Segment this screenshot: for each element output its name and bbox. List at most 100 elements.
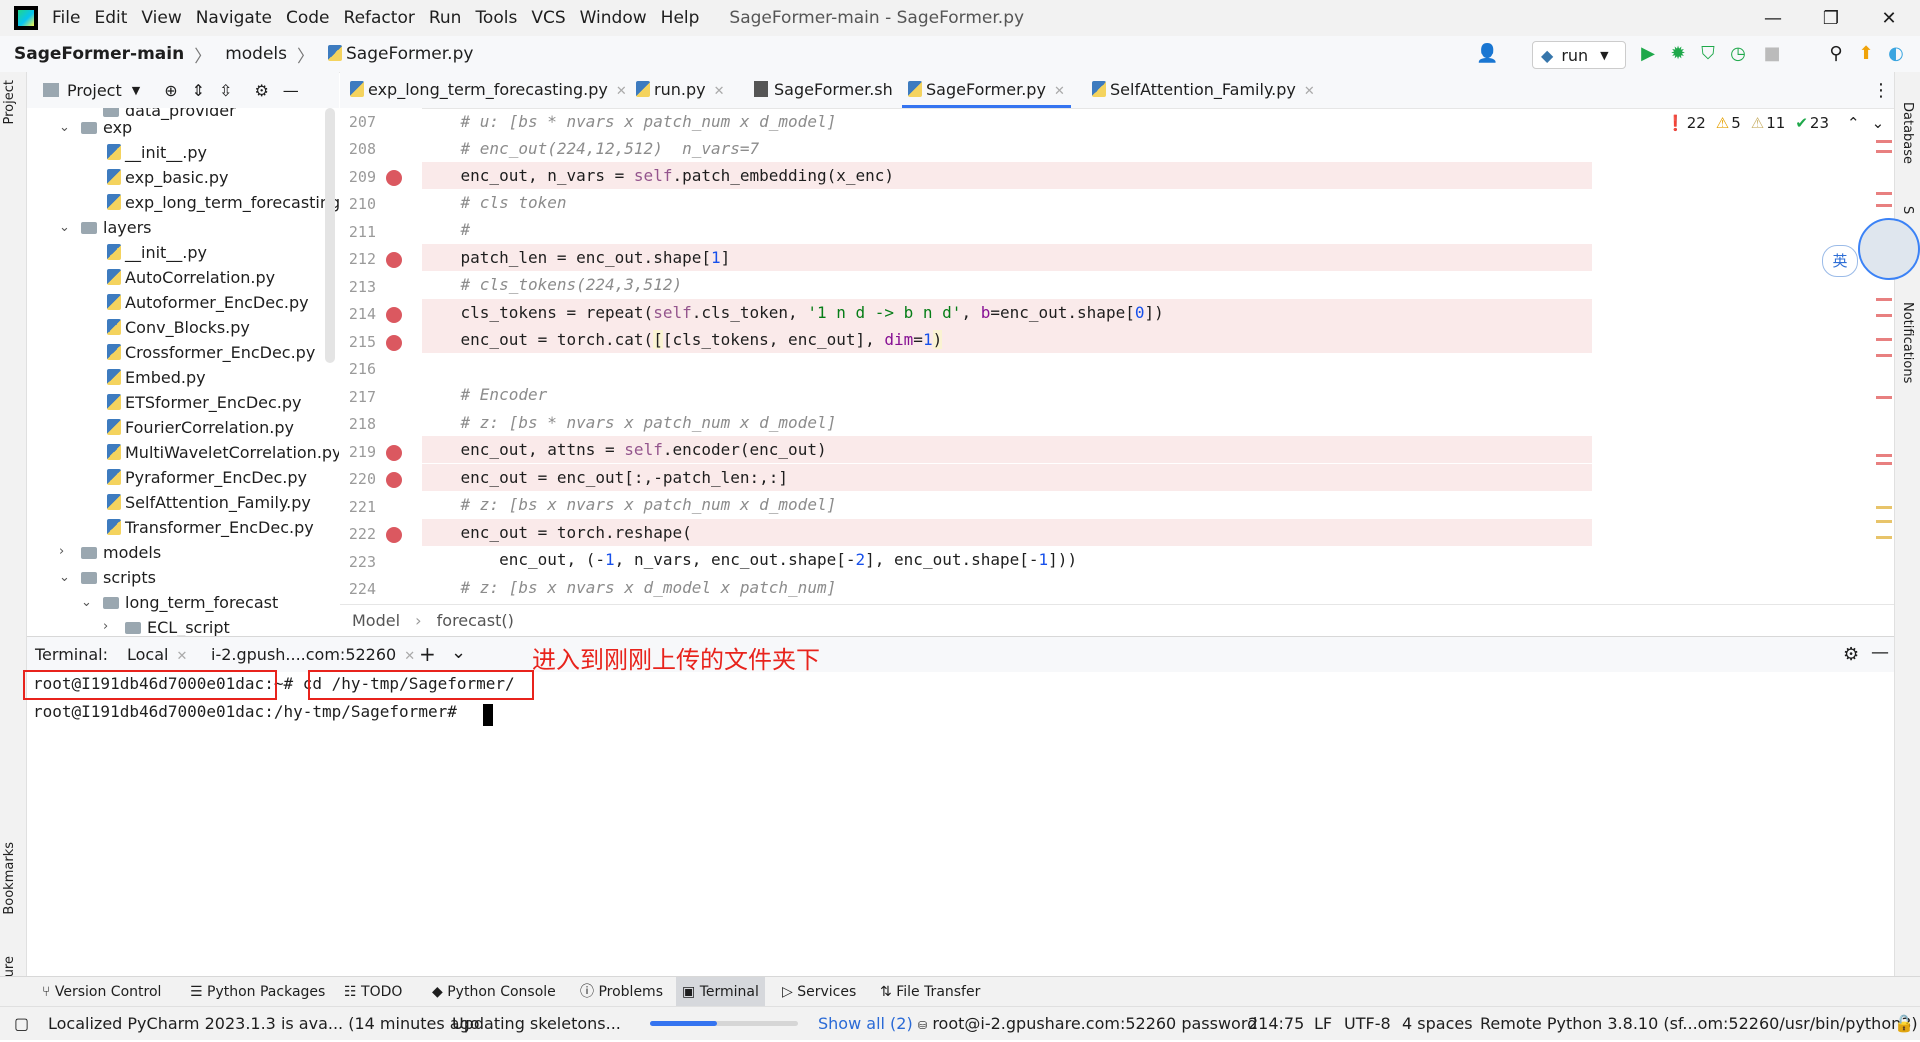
breadcrumb-file[interactable]: SageFormer.py: [328, 44, 473, 64]
tree-item-file[interactable]: MultiWaveletCorrelation.py: [107, 440, 339, 465]
status-message[interactable]: Localized PyCharm 2023.1.3 is ava... (14…: [48, 1007, 480, 1040]
hide-panel-icon[interactable]: —: [283, 81, 299, 100]
toggle-tool-windows-icon[interactable]: ▢: [14, 1007, 29, 1040]
tree-item-file[interactable]: exp_basic.py: [107, 165, 228, 190]
bookmarks-tool-tab[interactable]: Bookmarks: [2, 842, 17, 915]
chevron-right-icon[interactable]: ›: [59, 544, 64, 559]
locate-icon[interactable]: ⊕: [164, 81, 177, 100]
assistant-avatar-icon[interactable]: [1858, 218, 1920, 280]
code-editor[interactable]: # u: [bs * nvars x patch_num x d_model] …: [422, 108, 1592, 604]
tree-item-file[interactable]: SelfAttention_Family.py: [107, 490, 311, 515]
chevron-up-icon[interactable]: ⌃: [1847, 114, 1860, 132]
python-interpreter[interactable]: Remote Python 3.8.10 (sf...om:52260/usr/…: [1480, 1007, 1918, 1040]
lock-icon[interactable]: 🔓: [1894, 1007, 1914, 1040]
error-marker[interactable]: [1876, 204, 1892, 207]
error-marker[interactable]: [1876, 338, 1892, 341]
tree-item-file[interactable]: Pyraformer_EncDec.py: [107, 465, 307, 490]
close-icon[interactable]: ✕: [1054, 84, 1065, 99]
breakpoint-icon[interactable]: [386, 252, 402, 268]
user-icon[interactable]: 👤: [1476, 44, 1498, 64]
warning-marker[interactable]: [1876, 506, 1892, 509]
project-tool-tab[interactable]: Project: [2, 80, 17, 124]
minimize-button[interactable]: —: [1744, 0, 1802, 36]
tree-item-file[interactable]: Transformer_EncDec.py: [107, 515, 314, 540]
caret-position[interactable]: 214:75: [1248, 1007, 1304, 1040]
menu-help[interactable]: Help: [661, 8, 700, 28]
menu-view[interactable]: View: [141, 8, 181, 28]
tool-services[interactable]: ▷ Services: [782, 977, 856, 1007]
tree-item-file[interactable]: AutoCorrelation.py: [107, 265, 275, 290]
file-encoding[interactable]: UTF-8: [1344, 1007, 1391, 1040]
inspections-widget[interactable]: ❗ 22 ⚠ 5 ⚠ 11 ✔ 23 ⌃ ⌄: [1666, 112, 1884, 134]
tree-item-file[interactable]: exp_long_term_forecasting.p: [107, 190, 339, 215]
tool-problems[interactable]: ⓘ Problems: [580, 977, 663, 1007]
tool-python-console[interactable]: ◆ Python Console: [432, 977, 556, 1007]
debug-icon[interactable]: ✹: [1668, 44, 1688, 64]
close-icon[interactable]: ✕: [1304, 84, 1315, 99]
tab-selfattention-family[interactable]: SelfAttention_Family.py ✕: [1092, 72, 1315, 108]
terminal-tab-remote[interactable]: i-2.gpush....com:52260 ✕: [211, 645, 415, 664]
profile-icon[interactable]: ◷: [1728, 44, 1748, 64]
coverage-icon[interactable]: ⛉: [1698, 44, 1718, 64]
search-icon[interactable]: ⚲: [1826, 44, 1846, 64]
error-marker[interactable]: [1876, 462, 1892, 465]
error-marker[interactable]: [1876, 454, 1892, 457]
chevron-down-icon[interactable]: ▼: [132, 84, 140, 97]
update-icon[interactable]: ⬆: [1856, 44, 1876, 64]
breakpoint-icon[interactable]: [386, 445, 402, 461]
more-tabs-icon[interactable]: ⋮: [1872, 80, 1890, 101]
tree-item-folder[interactable]: exp: [81, 115, 132, 140]
error-marker[interactable]: [1876, 192, 1892, 195]
error-marker[interactable]: [1876, 354, 1892, 357]
chevron-down-icon[interactable]: ⌄: [59, 220, 70, 235]
error-marker[interactable]: [1876, 140, 1892, 143]
breakpoint-icon[interactable]: [386, 527, 402, 543]
tool-terminal[interactable]: ▣ Terminal: [676, 977, 765, 1007]
menu-vcs[interactable]: VCS: [531, 8, 565, 28]
notifications-tool-tab[interactable]: Notifications: [1900, 302, 1915, 383]
breadcrumb-class[interactable]: Model: [352, 611, 400, 630]
new-terminal-icon[interactable]: +: [419, 642, 436, 666]
breadcrumb-method[interactable]: forecast(): [437, 611, 514, 630]
tree-item-file[interactable]: FourierCorrelation.py: [107, 415, 294, 440]
error-marker[interactable]: [1876, 314, 1892, 317]
breakpoint-icon[interactable]: [386, 307, 402, 323]
terminal-tab-local[interactable]: Local ✕: [127, 645, 187, 664]
hide-panel-icon[interactable]: —: [1871, 642, 1889, 663]
error-marker[interactable]: [1876, 396, 1892, 399]
collapse-all-icon[interactable]: ⇳: [219, 81, 232, 100]
close-icon[interactable]: ✕: [714, 84, 725, 99]
error-marker[interactable]: [1876, 298, 1892, 301]
chevron-down-icon[interactable]: ⌄: [59, 570, 70, 585]
run-configuration-select[interactable]: ◆ run ▼: [1532, 41, 1626, 69]
editor-error-stripe[interactable]: [1872, 108, 1892, 604]
ime-indicator[interactable]: 英: [1822, 245, 1858, 277]
close-button[interactable]: ✕: [1860, 0, 1918, 36]
line-separator[interactable]: LF: [1314, 1007, 1332, 1040]
menu-run[interactable]: Run: [429, 8, 462, 28]
menu-edit[interactable]: Edit: [94, 8, 127, 28]
menu-window[interactable]: Window: [580, 8, 647, 28]
chevron-right-icon[interactable]: ›: [103, 619, 108, 634]
breakpoint-icon[interactable]: [386, 472, 402, 488]
terminal-output[interactable]: root@I191db46d7000e01dac:~# cd /hy-tmp/S…: [23, 670, 1894, 976]
tool-todo[interactable]: ☷ TODO: [344, 977, 402, 1007]
restore-button[interactable]: ❐: [1802, 0, 1860, 36]
warning-marker[interactable]: [1876, 536, 1892, 539]
tree-item-file[interactable]: Crossformer_EncDec.py: [107, 340, 315, 365]
menu-code[interactable]: Code: [286, 8, 330, 28]
menu-navigate[interactable]: Navigate: [196, 8, 272, 28]
menu-tools[interactable]: Tools: [475, 8, 517, 28]
background-task[interactable]: Updating skeletons...: [452, 1007, 621, 1040]
tool-python-packages[interactable]: ☰ Python Packages: [190, 977, 325, 1007]
error-marker[interactable]: [1876, 150, 1892, 153]
indent-setting[interactable]: 4 spaces: [1402, 1007, 1473, 1040]
project-panel-title[interactable]: Project: [67, 81, 122, 100]
tool-version-control[interactable]: ⑂ Version Control: [42, 977, 161, 1007]
tab-run[interactable]: run.py ✕: [636, 72, 724, 108]
breadcrumb-project[interactable]: SageFormer-main: [14, 44, 184, 64]
breakpoint-icon[interactable]: [386, 335, 402, 351]
database-tool-tab[interactable]: Database: [1900, 102, 1915, 164]
tool-file-transfer[interactable]: ⇅ File Transfer: [880, 977, 980, 1007]
show-all-link[interactable]: Show all (2): [818, 1007, 913, 1040]
